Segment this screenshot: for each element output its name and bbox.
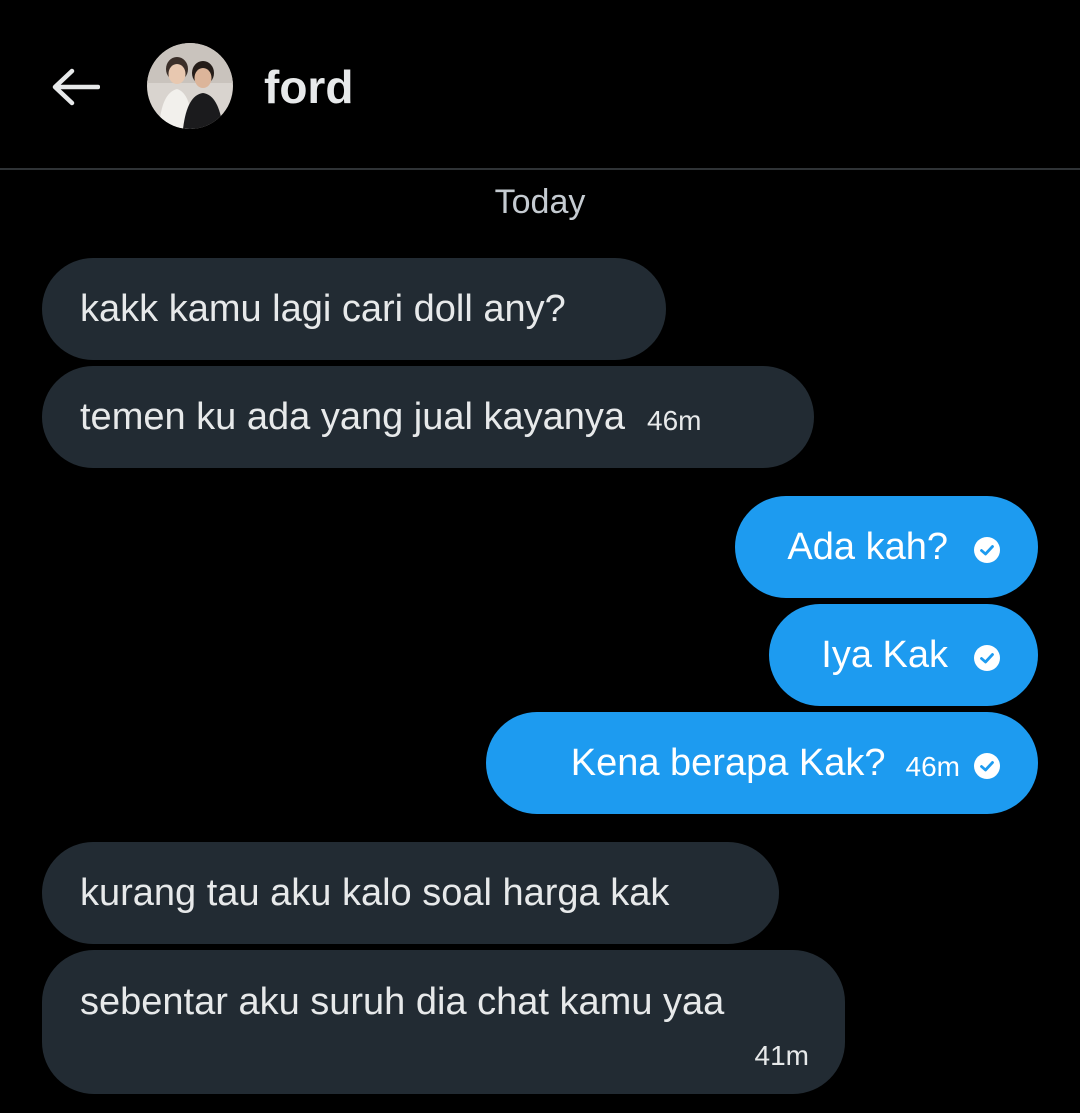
conversation-header: ford <box>0 0 1080 170</box>
avatar-photo <box>147 43 233 129</box>
message-text: Iya Kak <box>821 634 948 676</box>
message-text: Kena berapa Kak? <box>570 742 886 784</box>
message-text: kakk kamu lagi cari doll any? <box>80 288 566 330</box>
message-text: Ada kah? <box>787 526 948 568</box>
message-text: sebentar aku suruh dia chat kamu yaa <box>80 981 725 1023</box>
message-text: temen ku ada yang jual kayanya <box>80 396 626 438</box>
date-separator: Today <box>494 183 586 221</box>
arrow-left-icon <box>52 68 100 106</box>
contact-name[interactable]: ford <box>264 60 353 114</box>
message-timestamp: 46m <box>905 751 960 782</box>
message-timestamp: 46m <box>647 405 702 436</box>
message-bubble-incoming[interactable]: sebentar aku suruh dia chat kamu yaa 41m <box>42 950 845 1094</box>
message-bubble-outgoing[interactable]: Iya Kak <box>769 604 1038 706</box>
message-bubble-incoming[interactable]: kakk kamu lagi cari doll any? <box>42 258 666 360</box>
message-bubble-incoming[interactable]: temen ku ada yang jual kayanya 46m <box>42 366 814 468</box>
message-bubble-outgoing[interactable]: Kena berapa Kak? 46m <box>486 712 1038 814</box>
contact-avatar[interactable] <box>147 43 233 129</box>
message-text: kurang tau aku kalo soal harga kak <box>80 872 670 914</box>
message-bubble-incoming[interactable]: kurang tau aku kalo soal harga kak <box>42 842 779 944</box>
message-bubble-outgoing[interactable]: Ada kah? <box>735 496 1038 598</box>
chat-screen: ford Today kakk kamu lagi cari doll any?… <box>0 0 1080 1113</box>
read-check-icon <box>974 753 1000 779</box>
read-check-icon <box>974 645 1000 671</box>
read-check-icon <box>974 537 1000 563</box>
back-button[interactable] <box>46 60 104 114</box>
message-timestamp: 41m <box>754 1040 809 1071</box>
